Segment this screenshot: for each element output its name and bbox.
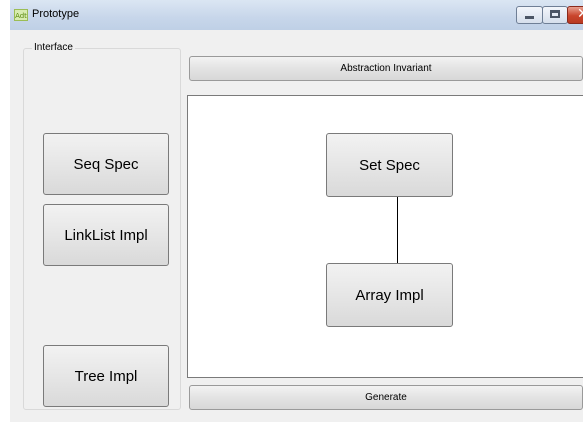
connector-line xyxy=(397,196,398,264)
linklist-impl-button[interactable]: LinkList Impl xyxy=(43,204,169,266)
interface-group-label: Interface xyxy=(32,42,75,53)
diagram-canvas[interactable]: Set Spec Array Impl xyxy=(187,95,583,378)
close-icon: ✕ xyxy=(577,6,583,22)
tree-impl-button[interactable]: Tree Impl xyxy=(43,345,169,407)
maximize-icon xyxy=(550,10,560,18)
maximize-button[interactable] xyxy=(542,6,568,24)
close-button[interactable]: ✕ xyxy=(567,6,583,24)
minimize-button[interactable] xyxy=(516,6,543,24)
window-title: Prototype xyxy=(32,8,80,20)
set-spec-node[interactable]: Set Spec xyxy=(326,133,453,197)
seq-spec-button[interactable]: Seq Spec xyxy=(43,133,169,195)
app-window: Adt Prototype ✕ Interface Seq Spec LinkL… xyxy=(10,0,583,422)
abstraction-invariant-button[interactable]: Abstraction Invariant xyxy=(189,56,583,81)
array-impl-node[interactable]: Array Impl xyxy=(326,263,453,327)
minimize-icon xyxy=(525,16,534,19)
generate-button[interactable]: Generate xyxy=(189,385,583,410)
app-icon: Adt xyxy=(14,9,28,21)
title-bar[interactable]: Adt Prototype ✕ xyxy=(10,0,583,30)
